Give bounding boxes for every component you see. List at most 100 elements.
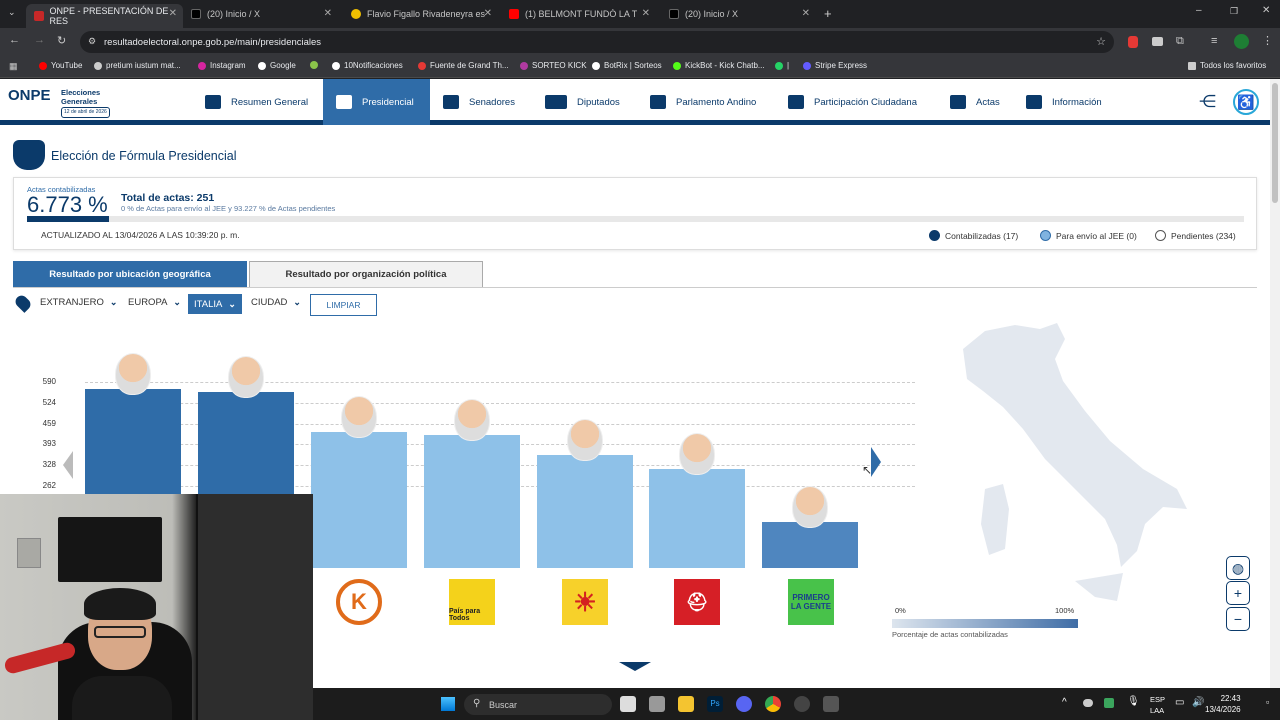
bookmark-stripe[interactable]: Stripe Express [803,61,867,70]
close-icon[interactable]: ✕ [324,8,332,19]
browser-tab-5[interactable]: (20) Inicio / X ✕ [666,4,816,24]
bookmark-kickbot[interactable]: KickBot - Kick Chatb... [673,61,765,70]
browser-tab-1[interactable]: ONPE - PRESENTACIÓN DE RES ✕ [26,4,183,28]
nav-senadores[interactable]: Senadores [443,79,515,125]
party-logo-helmet[interactable]: ⛑ [674,579,720,625]
candidate-bar[interactable] [311,431,407,568]
obs-icon[interactable] [794,696,810,712]
nav-diputados[interactable]: Diputados [545,79,620,125]
chrome-icon[interactable] [765,696,781,712]
filter-city[interactable]: CIUDAD ⌄ [251,297,301,308]
bookmark-sorteo-kick[interactable]: SORTEO KICK [520,61,587,70]
photoshop-icon[interactable]: Ps [707,696,723,712]
browser-tab-4[interactable]: (1) BELMONT FUNDÓ LA TELET ✕ [506,4,656,24]
close-icon[interactable]: ✕ [484,8,492,19]
bookmark-whatsapp[interactable]: | [775,61,789,70]
nav-participacion-ciudadana[interactable]: Participación Ciudadana [788,79,917,125]
windows-start-icon[interactable] [441,697,455,711]
chart-next-arrow[interactable] [871,447,881,477]
close-icon[interactable]: ✕ [642,8,650,19]
x-icon [332,61,340,70]
close-window-button[interactable]: ✕ [1262,5,1270,16]
accessibility-icon[interactable]: ♿ [1233,89,1259,115]
page-scrollbar[interactable] [1270,79,1280,688]
party-logo-sun[interactable]: ☀ [562,579,608,625]
nav-actas[interactable]: Actas [950,79,1000,125]
candidate-bar[interactable] [649,469,745,568]
scroll-down-arrow[interactable] [619,662,651,671]
notifications-icon[interactable]: ▫ [1266,697,1269,707]
candidate-bar[interactable] [537,455,633,568]
chart-prev-arrow[interactable] [63,451,73,479]
party-logo-road[interactable]: País para Todos [449,579,495,625]
restore-button[interactable]: ❐ [1230,6,1238,17]
tab-search-icon[interactable]: ⌄ [8,7,16,18]
zoom-out-button[interactable]: − [1226,607,1250,631]
bookmark-grand-theft[interactable]: Fuente de Grand Th... [418,61,509,70]
profile-avatar[interactable] [1234,34,1249,49]
y-tick-label: 524 [42,398,56,408]
browser-tab-2[interactable]: (20) Inicio / X ✕ [188,4,338,24]
bookmark-unnamed[interactable] [310,61,322,69]
tab-political-org[interactable]: Resultado por organización política [249,261,483,288]
language-indicator[interactable]: ESP LAA [1150,694,1165,716]
bookmark-star-icon[interactable]: ☆ [1096,35,1106,48]
extensions-puzzle-icon[interactable]: ⧉ [1176,35,1184,48]
system-clock[interactable]: 22:43 13/4/2026 [1205,693,1241,715]
reading-list-icon[interactable]: ≡ [1211,35,1217,47]
file-explorer-icon[interactable] [678,696,694,712]
onpe-logo[interactable]: ONPE [8,87,51,104]
apps-grid-icon[interactable]: ▦ [9,61,18,72]
candidate-bar[interactable] [424,435,520,568]
candidate-photo [567,419,603,462]
bookmark-10notificaciones[interactable]: 10Notificaciones [332,61,403,70]
volume-icon[interactable]: 🔊 [1192,697,1204,708]
candidate-bar[interactable] [762,522,858,568]
zoom-in-button[interactable]: + [1226,581,1250,605]
scrollbar-thumb[interactable] [1272,83,1278,203]
onedrive-icon[interactable] [1083,699,1093,707]
reload-icon[interactable]: ↻ [57,34,66,47]
minimize-button[interactable]: – [1196,5,1202,16]
globe-button[interactable]: ◍ [1226,556,1250,580]
filter-region[interactable]: EUROPA ⌄ [128,297,181,308]
address-bar[interactable]: ⚙ resultadoelectoral.onpe.gob.pe/main/pr… [80,31,1114,53]
nav-resumen-general[interactable]: Resumen General [205,79,318,125]
network-icon[interactable]: ▭ [1175,697,1184,708]
bookmark-pretium[interactable]: pretium iustum mat... [94,61,181,70]
site-info-icon[interactable]: ⚙ [88,36,96,47]
nav-parlamento-andino[interactable]: Parlamento Andino [650,79,756,125]
browser-tab-3[interactable]: Flavio Figallo Rivadeneyra es el ✕ [348,4,498,24]
filter-country[interactable]: ITALIA ⌄ [188,294,242,314]
bookmark-botrix[interactable]: BotRix | Sorteos [592,61,662,70]
share-icon[interactable]: ⋲ [1199,92,1216,112]
back-icon[interactable]: ← [9,34,20,46]
tab-geographic[interactable]: Resultado por ubicación geográfica [13,261,247,288]
discord-icon[interactable] [736,696,752,712]
calculator-icon[interactable] [823,696,839,712]
extension-icon[interactable] [1152,37,1163,46]
app-icon[interactable] [649,696,665,712]
tray-chevron-icon[interactable]: ^ [1062,697,1067,708]
clear-filters-button[interactable]: LIMPIAR [310,294,377,316]
tray-app-icon[interactable] [1104,698,1114,708]
bookmark-youtube[interactable]: YouTube [39,61,82,70]
taskbar-search[interactable]: ⚲ Buscar [464,694,612,715]
forward-icon[interactable]: → [34,34,45,46]
party-logo-k[interactable]: K [336,579,382,625]
bookmark-instagram[interactable]: Instagram [198,61,246,70]
bookmark-google[interactable]: Google [258,61,296,70]
extension-icon[interactable] [1128,36,1138,48]
nav-presidencial[interactable]: Presidencial [323,79,430,125]
filter-continent-level[interactable]: EXTRANJERO ⌄ [40,297,117,308]
menu-icon[interactable]: ⋮ [1262,34,1273,47]
all-bookmarks-folder[interactable]: Todos los favoritos [1188,61,1266,70]
new-tab-button[interactable]: + [824,6,832,21]
nav-informacion[interactable]: Información [1026,79,1102,125]
party-logo-primero-la-gente[interactable]: PRIMERO LA GENTE [788,579,834,625]
info-icon [1026,95,1042,109]
close-icon[interactable]: ✕ [802,8,810,19]
close-icon[interactable]: ✕ [169,8,177,19]
microphone-icon[interactable]: 🎙 [1127,696,1140,707]
task-view-icon[interactable] [620,696,636,712]
